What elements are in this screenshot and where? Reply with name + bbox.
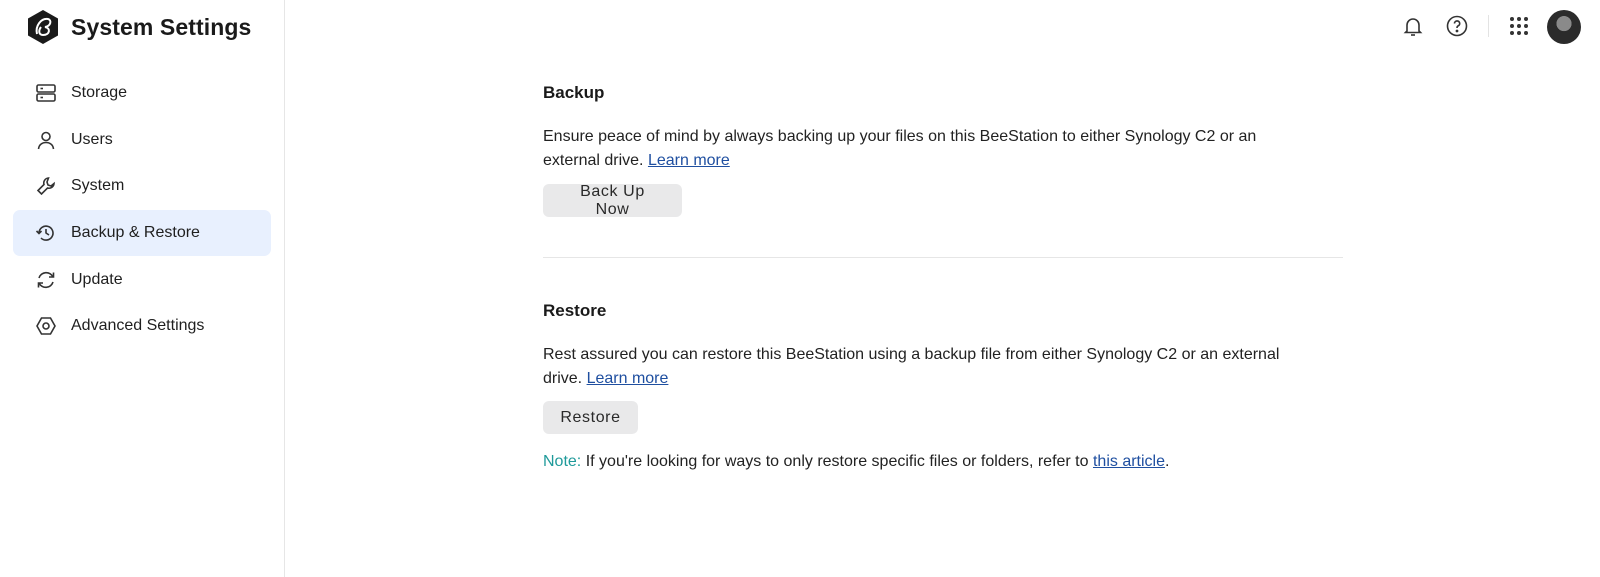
sidebar-item-label: System <box>71 177 125 195</box>
wrench-icon <box>35 175 57 197</box>
help-icon[interactable] <box>1444 13 1470 39</box>
note-text: If you're looking for ways to only resto… <box>585 453 1089 470</box>
sidebar-item-advanced-settings[interactable]: Advanced Settings <box>13 303 271 349</box>
sidebar: System Settings Storage Users System Bac… <box>0 0 285 577</box>
restore-learn-more-link[interactable]: Learn more <box>587 370 669 387</box>
restore-title: Restore <box>543 301 607 320</box>
sidebar-item-backup-restore[interactable]: Backup & Restore <box>13 210 271 257</box>
back-up-now-button[interactable]: Back Up Now <box>543 183 682 218</box>
restore-description: Rest assured you can restore this BeeSta… <box>543 343 1313 391</box>
hexagon-settings-icon <box>35 315 57 337</box>
sidebar-item-system[interactable]: System <box>13 163 271 209</box>
sidebar-item-users[interactable]: Users <box>13 117 271 163</box>
sidebar-item-update[interactable]: Update <box>13 257 271 303</box>
restore-button[interactable]: Restore <box>543 401 638 434</box>
note-end: . <box>1165 453 1170 470</box>
app-title: System Settings <box>71 13 252 40</box>
sidebar-item-label: Storage <box>71 84 128 101</box>
sidebar-nav: Storage Users System Backup & Restore Up… <box>13 70 271 350</box>
backup-title: Backup <box>543 83 605 102</box>
sidebar-item-label: Backup & Restore <box>71 224 200 242</box>
restore-note: Note: If you're looking for ways to only… <box>543 453 1169 471</box>
section-divider <box>543 257 1343 258</box>
brand: System Settings <box>26 9 251 45</box>
bell-icon[interactable] <box>1400 13 1426 39</box>
backup-restore-icon <box>35 222 57 244</box>
beestation-logo-icon <box>28 10 58 44</box>
this-article-link[interactable]: this article <box>1093 453 1165 470</box>
sidebar-item-label: Users <box>71 130 113 148</box>
sidebar-item-label: Update <box>71 270 123 288</box>
avatar[interactable] <box>1547 10 1581 44</box>
backup-description: Ensure peace of mind by always backing u… <box>543 125 1313 173</box>
sidebar-item-label: Advanced Settings <box>71 317 205 335</box>
topbar-divider <box>1488 15 1489 37</box>
update-icon <box>35 269 57 291</box>
note-label: Note: <box>543 453 582 470</box>
user-icon <box>35 129 57 151</box>
sidebar-item-storage[interactable]: Storage <box>13 70 271 116</box>
backup-learn-more-link[interactable]: Learn more <box>648 152 730 169</box>
apps-grid-icon[interactable] <box>1506 13 1532 39</box>
storage-icon <box>35 82 57 104</box>
